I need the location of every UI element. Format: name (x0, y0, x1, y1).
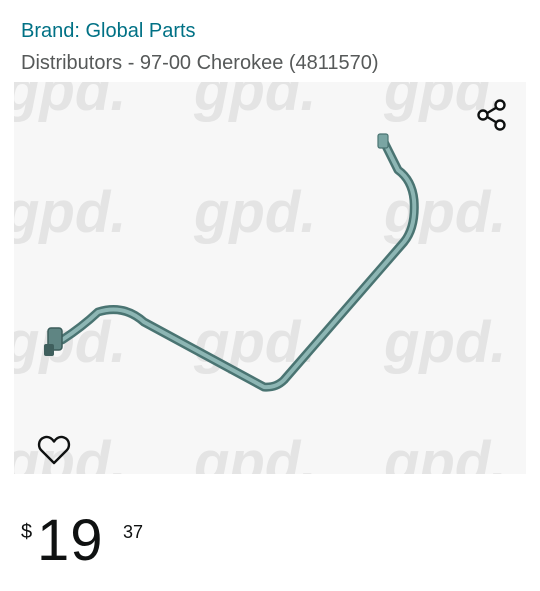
svg-text:gpd.: gpd. (383, 430, 506, 474)
wishlist-button[interactable] (30, 426, 78, 474)
svg-text:gpd.: gpd. (193, 82, 316, 123)
share-icon (477, 99, 506, 131)
svg-text:gpd.: gpd. (383, 180, 506, 245)
svg-text:gpd.: gpd. (383, 310, 506, 375)
watermark: gpd. gpd. gpd. gpd. gpd. gpd. gpd. gpd. … (14, 82, 506, 474)
svg-text:gpd.: gpd. (14, 82, 126, 123)
price-whole: 19 (37, 508, 104, 573)
heart-outline-icon (37, 435, 71, 465)
price-symbol: $ (21, 521, 33, 543)
svg-text:gpd.: gpd. (193, 430, 316, 474)
price-fraction: 37 (123, 522, 144, 542)
svg-text:gpd.: gpd. (193, 180, 316, 245)
svg-text:gpd.: gpd. (14, 180, 126, 245)
product-page: Brand: Global Parts Distributors - 97-00… (0, 0, 540, 591)
product-title: Distributors - 97-00 Cherokee (4811570) (21, 52, 379, 74)
share-button[interactable] (470, 93, 514, 137)
svg-text:gpd.: gpd. (14, 310, 126, 375)
product-image[interactable]: gpd. gpd. gpd. gpd. gpd. gpd. gpd. gpd. … (14, 82, 526, 474)
product-image-graphic: gpd. gpd. gpd. gpd. gpd. gpd. gpd. gpd. … (14, 82, 506, 474)
brand-link[interactable]: Brand: Global Parts (21, 17, 196, 45)
